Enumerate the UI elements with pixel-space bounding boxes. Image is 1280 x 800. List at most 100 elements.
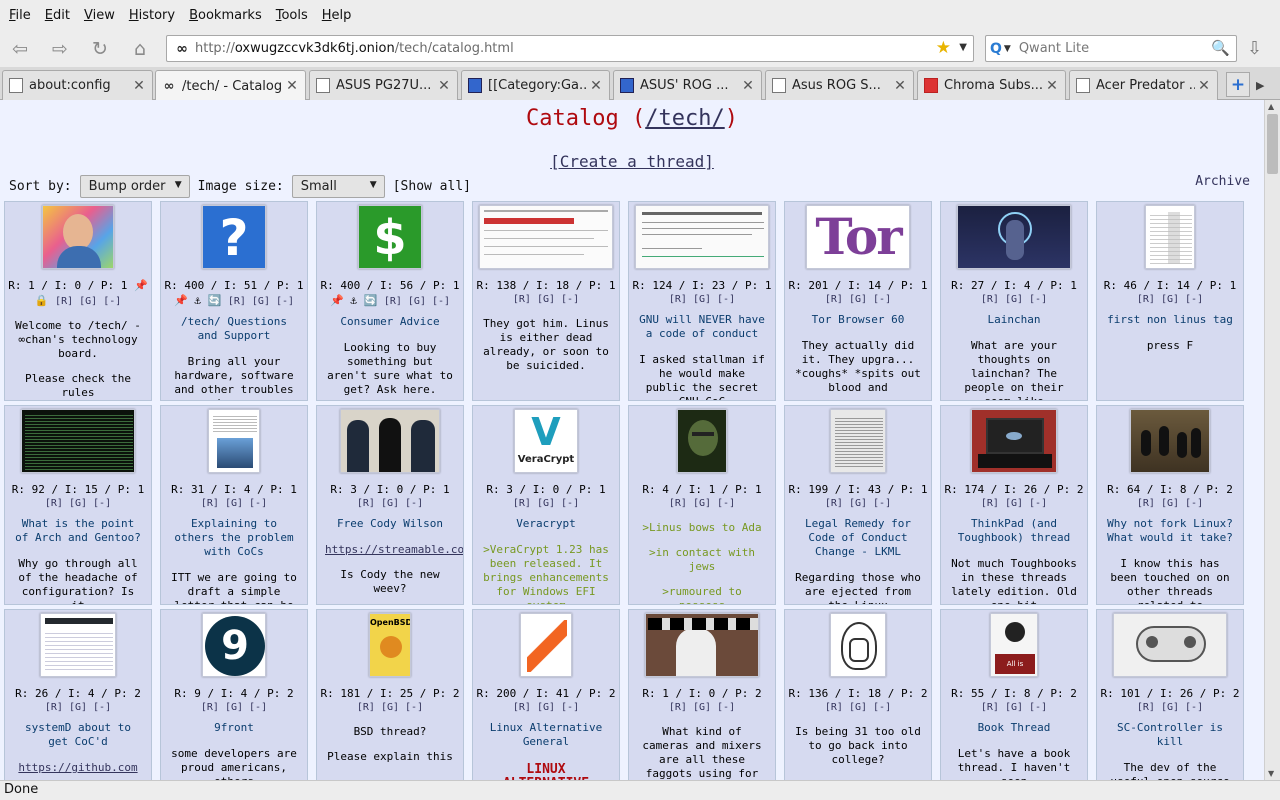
engine-dropdown-icon[interactable]: ▼ [1004, 44, 1011, 54]
thread-card[interactable]: R: 1 / I: 0 / P: 1 📌 🔒 [R] [G] [-] Welcome… [4, 201, 152, 401]
thread-actions[interactable]: [R] [G] [-] [5, 498, 151, 509]
thread-thumbnail[interactable] [40, 613, 116, 677]
thread-actions[interactable]: [R] [G] [-] [228, 296, 294, 307]
thread-actions[interactable]: [R] [G] [-] [317, 702, 463, 713]
thread-card[interactable]: R: 174 / I: 26 / P: 2 [R] [G] [-] ThinkPad… [940, 405, 1088, 605]
tab-4[interactable]: ASUS' ROG ... ✕ [613, 70, 762, 100]
menu-help[interactable]: Help [315, 8, 359, 23]
thread-thumbnail[interactable] [21, 409, 135, 473]
thread-card[interactable]: 9 R: 9 / I: 4 / P: 2 [R] [G] [-] 9front some… [160, 609, 308, 780]
thread-thumbnail[interactable] [830, 613, 886, 677]
thread-thumbnail[interactable] [479, 205, 613, 269]
download-icon[interactable]: ⇩ [1247, 38, 1262, 59]
thread-card[interactable]: R: 64 / I: 8 / P: 2 [R] [G] [-] Why not fo… [1096, 405, 1244, 605]
tab-1[interactable]: ∞ /tech/ - Catalog ✕ [155, 70, 306, 101]
close-icon[interactable]: ✕ [891, 78, 909, 94]
search-bar[interactable]: Q ▼ Qwant Lite 🔍 [985, 35, 1237, 62]
thread-card[interactable]: R: 31 / I: 4 / P: 1 [R] [G] [-] Explaining… [160, 405, 308, 605]
thread-actions[interactable]: [R] [G] [-] [941, 702, 1087, 713]
menu-tools[interactable]: Tools [269, 8, 315, 23]
new-tab-button[interactable]: + [1226, 72, 1250, 97]
thread-actions[interactable]: [R] [G] [-] [785, 294, 931, 305]
thread-card[interactable]: R: 27 / I: 4 / P: 1 [R] [G] [-] Lainchan Wh… [940, 201, 1088, 401]
thread-thumbnail[interactable] [635, 205, 769, 269]
menu-view[interactable]: View [77, 8, 122, 23]
close-icon[interactable]: ✕ [1043, 78, 1061, 94]
thread-card[interactable]: Tor R: 201 / I: 14 / P: 1 [R] [G] [-] Tor B… [784, 201, 932, 401]
thread-actions[interactable]: [R] [G] [-] [785, 702, 931, 713]
thread-actions[interactable]: [R] [G] [-] [941, 498, 1087, 509]
thread-actions[interactable]: [R] [G] [-] [317, 498, 463, 509]
close-icon[interactable]: ✕ [130, 78, 148, 94]
menu-edit[interactable]: Edit [38, 8, 77, 23]
thread-thumbnail[interactable]: $ [358, 205, 422, 269]
thread-card[interactable]: R: 92 / I: 15 / P: 1 [R] [G] [-] What is t… [4, 405, 152, 605]
back-icon[interactable]: ⇦ [7, 36, 33, 62]
thread-thumbnail[interactable] [1113, 613, 1227, 677]
thread-card[interactable]: R: 4 / I: 1 / P: 1 [R] [G] [-] >Linus bows… [628, 405, 776, 605]
board-link[interactable]: /tech/ [645, 106, 724, 131]
reload-icon[interactable]: ↻ [87, 36, 113, 62]
thread-card[interactable]: R: 199 / I: 43 / P: 1 [R] [G] [-] Legal Re… [784, 405, 932, 605]
thread-actions[interactable]: [R] [G] [-] [941, 294, 1087, 305]
menu-history[interactable]: History [122, 8, 182, 23]
tab-3[interactable]: [[Category:Ga... ✕ [461, 70, 610, 100]
thread-card[interactable]: V VeraCrypt R: 3 / I: 0 / P: 1 [R] [G] [-] V… [472, 405, 620, 605]
thread-thumbnail[interactable] [208, 409, 260, 473]
thread-card[interactable]: R: 26 / I: 4 / P: 2 [R] [G] [-] systemD ab… [4, 609, 152, 780]
thread-thumbnail[interactable] [971, 409, 1057, 473]
qwant-engine-icon[interactable]: Q [990, 41, 1002, 57]
thread-thumbnail[interactable]: All is Botnet [990, 613, 1038, 677]
thread-card[interactable]: All is Botnet R: 55 / I: 8 / P: 2 [R] [G] … [940, 609, 1088, 780]
thread-card[interactable]: R: 200 / I: 41 / P: 2 [R] [G] [-] Linux Al… [472, 609, 620, 780]
thread-thumbnail[interactable]: OpenBSD [369, 613, 411, 677]
thread-actions[interactable]: [R] [G] [-] [629, 702, 775, 713]
thread-thumbnail[interactable] [645, 613, 759, 677]
thread-card[interactable]: R: 1 / I: 0 / P: 2 [R] [G] [-] What kind o… [628, 609, 776, 780]
close-icon[interactable]: ✕ [587, 78, 605, 94]
tab-2[interactable]: ASUS PG27U... ✕ [309, 70, 458, 100]
scrollbar-thumb[interactable] [1267, 114, 1278, 174]
close-icon[interactable]: ✕ [435, 78, 453, 94]
thread-actions[interactable]: [R] [G] [-] [55, 296, 121, 307]
thread-thumbnail[interactable]: Tor [806, 205, 910, 269]
thread-card[interactable]: R: 46 / I: 14 / P: 1 [R] [G] [-] first non… [1096, 201, 1244, 401]
forward-icon[interactable]: ⇨ [47, 36, 73, 62]
scrollbar[interactable]: ▲ ▼ [1264, 100, 1280, 780]
thread-card[interactable]: R: 3 / I: 0 / P: 1 [R] [G] [-] Free Cody W… [316, 405, 464, 605]
url-dropdown-icon[interactable]: ▼ [959, 42, 967, 53]
thread-card[interactable]: R: 138 / I: 18 / P: 1 [R] [G] [-] They got… [472, 201, 620, 401]
thread-actions[interactable]: [R] [G] [-] [629, 294, 775, 305]
thread-actions[interactable]: [R] [G] [-] [1097, 702, 1243, 713]
menu-file[interactable]: File [2, 8, 38, 23]
thread-thumbnail[interactable] [957, 205, 1071, 269]
thread-actions[interactable]: [R] [G] [-] [473, 498, 619, 509]
close-icon[interactable]: ✕ [739, 78, 757, 94]
thread-thumbnail[interactable] [677, 409, 727, 473]
scroll-up-icon[interactable]: ▲ [1268, 102, 1274, 111]
thread-thumbnail[interactable] [1130, 409, 1210, 473]
thread-actions[interactable]: [R] [G] [-] [473, 294, 619, 305]
thread-thumbnail[interactable] [830, 409, 886, 473]
thread-thumbnail[interactable]: V VeraCrypt [514, 409, 578, 473]
close-icon[interactable]: ✕ [283, 78, 301, 94]
thread-actions[interactable]: [R] [G] [-] [1097, 294, 1243, 305]
thread-thumbnail[interactable] [520, 613, 572, 677]
show-all-link[interactable]: [Show all] [393, 179, 471, 194]
thread-thumbnail[interactable] [42, 205, 114, 269]
thread-thumbnail[interactable]: 9 [202, 613, 266, 677]
create-thread-link[interactable]: [Create a thread] [550, 152, 714, 171]
tab-7[interactable]: Acer Predator ... ✕ [1069, 70, 1218, 100]
archive-link[interactable]: Archive [1195, 174, 1250, 189]
thread-card[interactable]: OpenBSD R: 181 / I: 25 / P: 2 [R] [G] [-] B… [316, 609, 464, 780]
thread-link[interactable]: https://streamable.com/q3511 [325, 543, 463, 556]
thread-actions[interactable]: [R] [G] [-] [629, 498, 775, 509]
thread-actions[interactable]: [R] [G] [-] [5, 702, 151, 713]
menu-bookmarks[interactable]: Bookmarks [182, 8, 269, 23]
thread-actions[interactable]: [R] [G] [-] [473, 702, 619, 713]
sort-select[interactable]: Bump order ▼ [79, 174, 190, 198]
thread-link[interactable]: https://github.com [18, 761, 137, 774]
thread-actions[interactable]: [R] [G] [-] [161, 498, 307, 509]
tab-scroll-icon[interactable]: ▶ [1256, 79, 1264, 92]
tab-5[interactable]: Asus ROG S... ✕ [765, 70, 914, 100]
